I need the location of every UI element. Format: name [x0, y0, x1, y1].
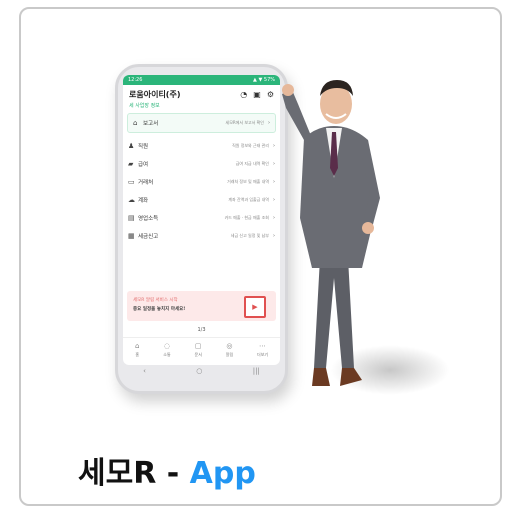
menu-item-label: 급여	[138, 162, 149, 168]
promo-banner[interactable]: 세모R 알림 서비스 시작 중요 일정을 놓치지 마세요! ▶	[127, 291, 276, 321]
menu-item-desc: 거래처 정보 및 매출 내역	[227, 179, 269, 184]
chevron-right-icon: ›	[273, 215, 275, 221]
doc-icon: ▢	[194, 342, 202, 350]
tab-bar: ⌂ 홈 ◌ 소통 ▢ 문서 ◎ 알림 ⋯ 더보기	[123, 337, 280, 364]
tab-label: 알림	[225, 352, 234, 357]
chevron-right-icon: ›	[273, 197, 275, 203]
truck-icon: ▰	[128, 160, 134, 168]
chevron-right-icon: ›	[273, 233, 275, 239]
title-accent: App	[189, 456, 256, 491]
tab-label: 문서	[194, 352, 202, 357]
menu-item-desc: 급여 지급 내역 확인	[235, 161, 269, 166]
calendar-icon: ▶	[244, 296, 266, 318]
menu-item-desc: 계좌 잔액과 입출금 내역	[228, 197, 269, 202]
spokesperson-image	[282, 80, 380, 386]
menu-item-report[interactable]: ⌂ 보고서 세모R에서 보고서 확인 ›	[127, 113, 276, 133]
menu-item-staff[interactable]: ♟ 직원 직원 정보와 근태 관리 ›	[123, 137, 280, 155]
doc-icon: ▤	[128, 214, 135, 222]
recents-icon[interactable]: |||	[253, 367, 260, 375]
gear-icon[interactable]: ⚙	[267, 90, 274, 99]
status-time: 12:26	[128, 77, 143, 83]
bell-icon: ◎	[226, 342, 233, 350]
status-indicators: ▲ ▼ 57%	[253, 77, 275, 83]
tab-label: 홈	[135, 352, 139, 357]
menu-item-label: 영업소득	[138, 216, 159, 222]
phone-mockup: 12:26 ▲ ▼ 57% 로움아이티(주) ◔ ▣ ⚙ 세 사업장 정보 ⌂ …	[115, 64, 288, 394]
menu-item-desc: 직원 정보와 근태 관리	[232, 143, 269, 148]
store-icon: ▭	[128, 178, 135, 186]
menu-item-label: 계좌	[138, 198, 149, 204]
chevron-right-icon: ›	[273, 161, 275, 167]
title-main: 세모R -	[78, 456, 190, 491]
people-icon: ♟	[128, 142, 135, 150]
system-nav-bar: ‹ ○ |||	[118, 367, 285, 375]
tab-docs[interactable]: ▢ 문서	[195, 338, 202, 364]
company-name: 로움아이티(주)	[129, 90, 181, 99]
menu-item-pay[interactable]: ▰ 급여 급여 지급 내역 확인 ›	[123, 155, 280, 173]
menu-item-label: 거래처	[138, 180, 154, 186]
menu-item-account[interactable]: ☁ 계좌 계좌 잔액과 입출금 내역 ›	[123, 191, 280, 209]
menu-item-income[interactable]: ▤ 영업소득 카드 매출 · 현금 매출 조회 ›	[123, 209, 280, 227]
home-icon: ⌂	[133, 119, 138, 127]
home-icon: ⌂	[134, 342, 140, 350]
more-icon: ⋯	[259, 342, 267, 350]
cloud-icon: ☁	[128, 196, 135, 204]
menu-item-label: 세금신고	[138, 234, 159, 240]
back-icon[interactable]: ‹	[143, 367, 146, 375]
menu-item-label: 보고서	[143, 121, 159, 127]
banner-line1: 세모R 알림 서비스 시작	[133, 298, 178, 303]
page-title: 세모R - App	[78, 448, 256, 492]
menu-item-tax[interactable]: ▦ 세금신고 세금 신고 일정 및 납부 ›	[123, 227, 280, 245]
menu-item-client[interactable]: ▭ 거래처 거래처 정보 및 매출 내역 ›	[123, 173, 280, 191]
chevron-right-icon: ›	[273, 143, 275, 149]
menu-item-desc: 세금 신고 일정 및 납부	[230, 233, 269, 238]
menu-item-desc: 세모R에서 보고서 확인	[225, 120, 264, 125]
headset-icon[interactable]: ◔	[240, 90, 247, 99]
tab-more[interactable]: ⋯ 더보기	[257, 338, 268, 364]
menu-item-label: 직원	[138, 144, 149, 150]
chat-icon: ◌	[163, 342, 170, 350]
business-info-link[interactable]: 세 사업장 정보	[123, 100, 280, 113]
phone-screen: 12:26 ▲ ▼ 57% 로움아이티(주) ◔ ▣ ⚙ 세 사업장 정보 ⌂ …	[123, 75, 280, 365]
status-bar: 12:26 ▲ ▼ 57%	[123, 75, 280, 85]
app-header: 로움아이티(주) ◔ ▣ ⚙	[123, 85, 280, 100]
chevron-right-icon: ›	[268, 120, 270, 126]
tab-alerts[interactable]: ◎ 알림	[226, 338, 233, 364]
banner-pager: 1/3	[197, 327, 206, 333]
banner-line2: 중요 일정을 놓치지 마세요!	[133, 307, 186, 312]
home-button-icon[interactable]: ○	[196, 367, 202, 375]
doc-icon[interactable]: ▣	[253, 90, 261, 99]
tab-label: 더보기	[257, 352, 269, 357]
tab-home[interactable]: ⌂ 홈	[135, 338, 139, 364]
tab-label: 소통	[163, 352, 171, 357]
tab-chat[interactable]: ◌ 소통	[163, 338, 170, 364]
menu-item-desc: 카드 매출 · 현금 매출 조회	[224, 215, 269, 220]
calendar-icon: ▦	[128, 232, 135, 240]
chevron-right-icon: ›	[273, 179, 275, 185]
